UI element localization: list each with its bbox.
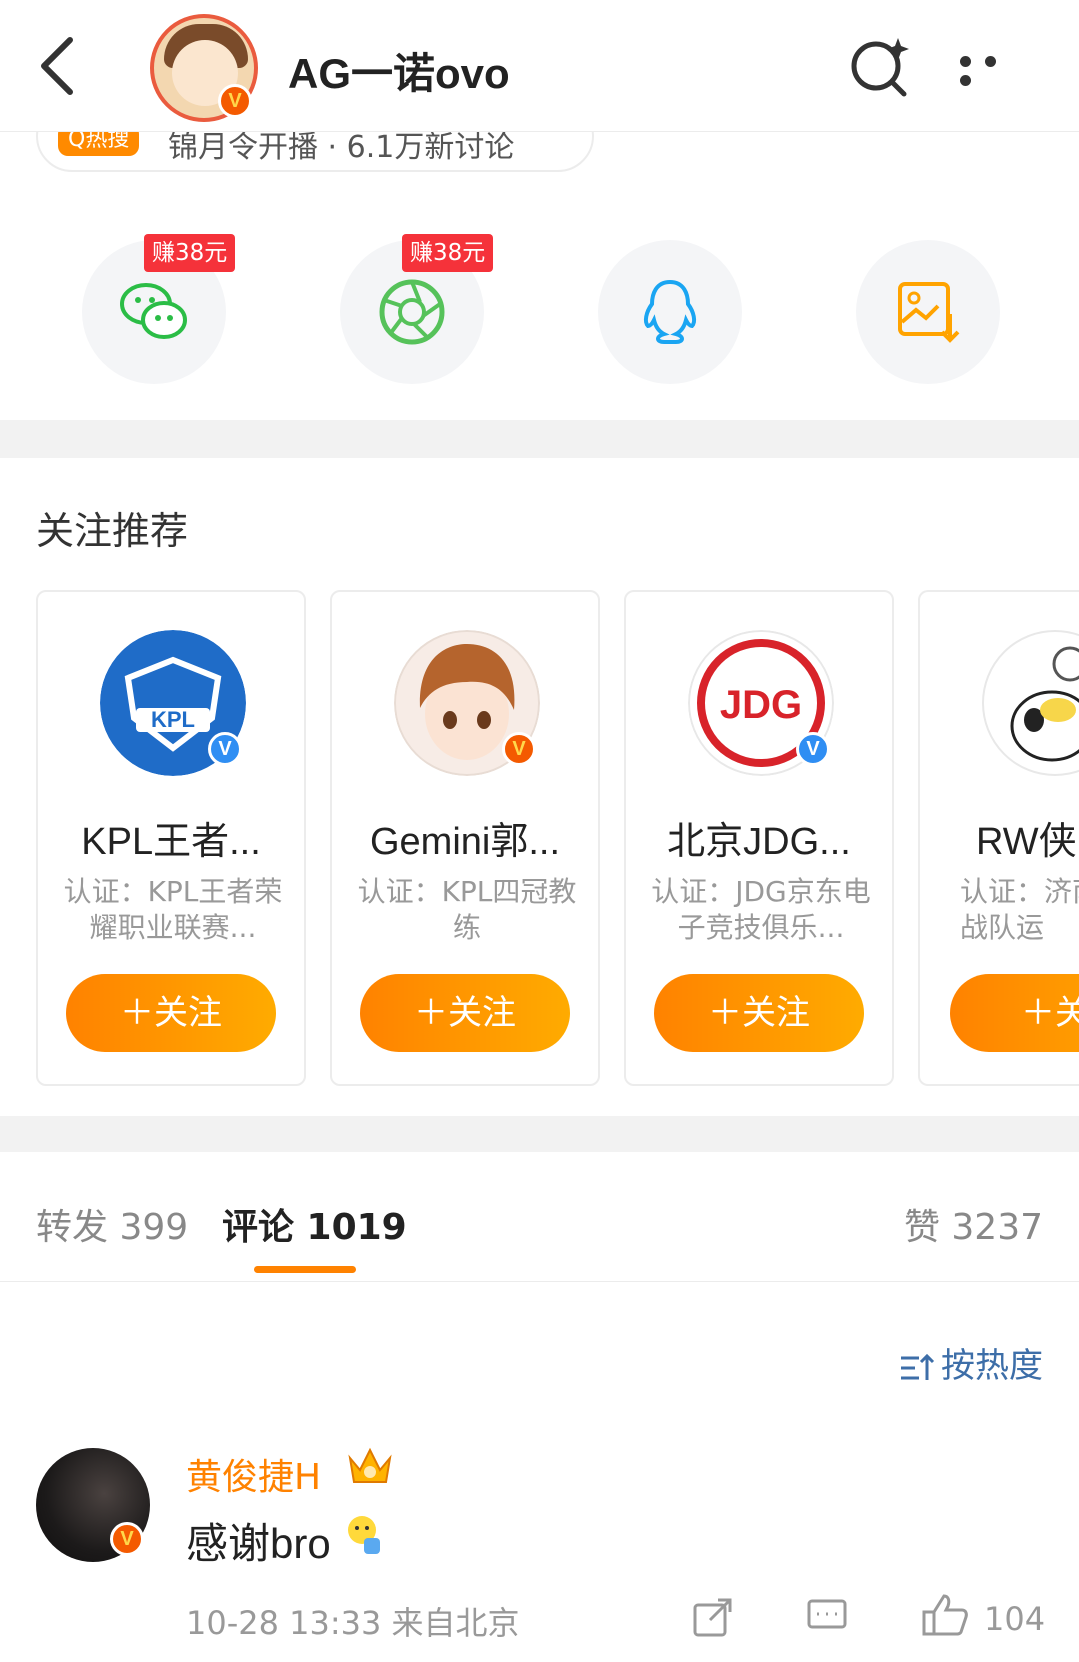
- follow-button[interactable]: ＋关: [950, 974, 1079, 1052]
- dot-icon: [985, 56, 996, 67]
- share-row: 赚38元 赚38元: [0, 230, 1079, 390]
- tab-comment[interactable]: 评论 1019: [222, 1198, 407, 1250]
- recommend-name: RW侠: [976, 821, 1077, 863]
- page-title: AG一诺ovo: [288, 50, 510, 97]
- share-icon[interactable]: [692, 1596, 734, 1638]
- recommend-name: 北京JDG...: [667, 821, 851, 863]
- comment-meta: 10-28 13:33 来自北京: [186, 1604, 520, 1642]
- recommend-desc: 认证：KPL四冠教练: [357, 875, 577, 944]
- follow-button[interactable]: ＋关注: [654, 974, 864, 1052]
- verified-badge-icon: V: [502, 732, 536, 766]
- recommend-name: Gemini郭...: [369, 821, 561, 863]
- sort-button[interactable]: 按热度: [899, 1338, 1043, 1387]
- share-qq-button[interactable]: [598, 240, 742, 384]
- follow-button[interactable]: ＋关注: [360, 974, 570, 1052]
- verified-badge-icon: V: [796, 732, 830, 766]
- recommend-desc: 认证：KPL王者荣耀职业联赛...: [63, 875, 283, 944]
- dot-icon: [960, 56, 971, 67]
- recommend-desc: 认证：济南RW侠战队运: [960, 875, 1079, 944]
- follow-button[interactable]: ＋关注: [66, 974, 276, 1052]
- verified-badge-icon: V: [218, 84, 252, 118]
- section-divider: [0, 420, 1079, 458]
- recommend-card[interactable]: KPL V KPL王者... 认证：KPL王者荣耀职业联赛... ＋关注: [36, 590, 306, 1086]
- thumbs-up-icon[interactable]: [920, 1592, 970, 1638]
- chevron-left-icon: [41, 37, 73, 95]
- share-moments-button[interactable]: 赚38元: [340, 234, 494, 384]
- crown-icon: [348, 1447, 392, 1483]
- recommend-card[interactable]: V Gemini郭... 认证：KPL四冠教练 ＋关注: [330, 590, 600, 1086]
- interaction-tabs: 转发 399 评论 1019 赞 3237: [0, 1152, 1079, 1282]
- search-sparkle-icon: [851, 38, 909, 97]
- comment-icon[interactable]: [806, 1596, 848, 1638]
- image-download-icon: [898, 282, 960, 343]
- section-divider: [0, 1116, 1079, 1152]
- moments-aperture-icon: [379, 279, 445, 345]
- more-button[interactable]: [960, 52, 1032, 90]
- back-button[interactable]: [30, 28, 90, 104]
- recommend-desc: 认证：JDG京东电子竞技俱乐...: [651, 875, 871, 944]
- top-header: V AG一诺ovo: [0, 0, 1079, 132]
- dot-icon: [960, 75, 971, 86]
- ai-search-button[interactable]: [848, 34, 912, 98]
- recommend-name: KPL王者...: [81, 821, 261, 863]
- svg-text:JDG: JDG: [720, 683, 802, 727]
- active-tab-indicator: [254, 1266, 356, 1273]
- qq-penguin-icon: [643, 279, 697, 344]
- share-wechat-button[interactable]: 赚38元: [82, 234, 236, 384]
- emoji-icon: [348, 1516, 380, 1554]
- save-image-button[interactable]: [856, 240, 1000, 384]
- sort-icon: [901, 1353, 935, 1380]
- verified-badge-icon: V: [208, 732, 242, 766]
- earn-badge: 赚38元: [402, 234, 494, 272]
- wechat-icon: [120, 283, 187, 339]
- recommend-card[interactable]: JDG V 北京JDG... 认证：JDG京东电子竞技俱乐... ＋关注: [624, 590, 894, 1086]
- comment-like-count: 104: [984, 1600, 1046, 1638]
- cartoon-cow-avatar: [982, 630, 1079, 776]
- comment-text: 感谢bro: [186, 1520, 331, 1567]
- earn-badge: 赚38元: [144, 234, 236, 272]
- svg-text:KPL: KPL: [151, 707, 195, 732]
- tab-repost[interactable]: 转发 399: [36, 1198, 188, 1250]
- section-title: 关注推荐: [36, 509, 189, 553]
- verified-badge-icon: V: [110, 1522, 144, 1556]
- tab-like[interactable]: 赞 3237: [904, 1198, 1043, 1250]
- commenter-name[interactable]: 黄俊捷H: [186, 1448, 321, 1500]
- recommend-card[interactable]: RW侠 认证：济南RW侠战队运 ＋关: [918, 590, 1079, 1086]
- sort-label: 按热度: [941, 1346, 1043, 1386]
